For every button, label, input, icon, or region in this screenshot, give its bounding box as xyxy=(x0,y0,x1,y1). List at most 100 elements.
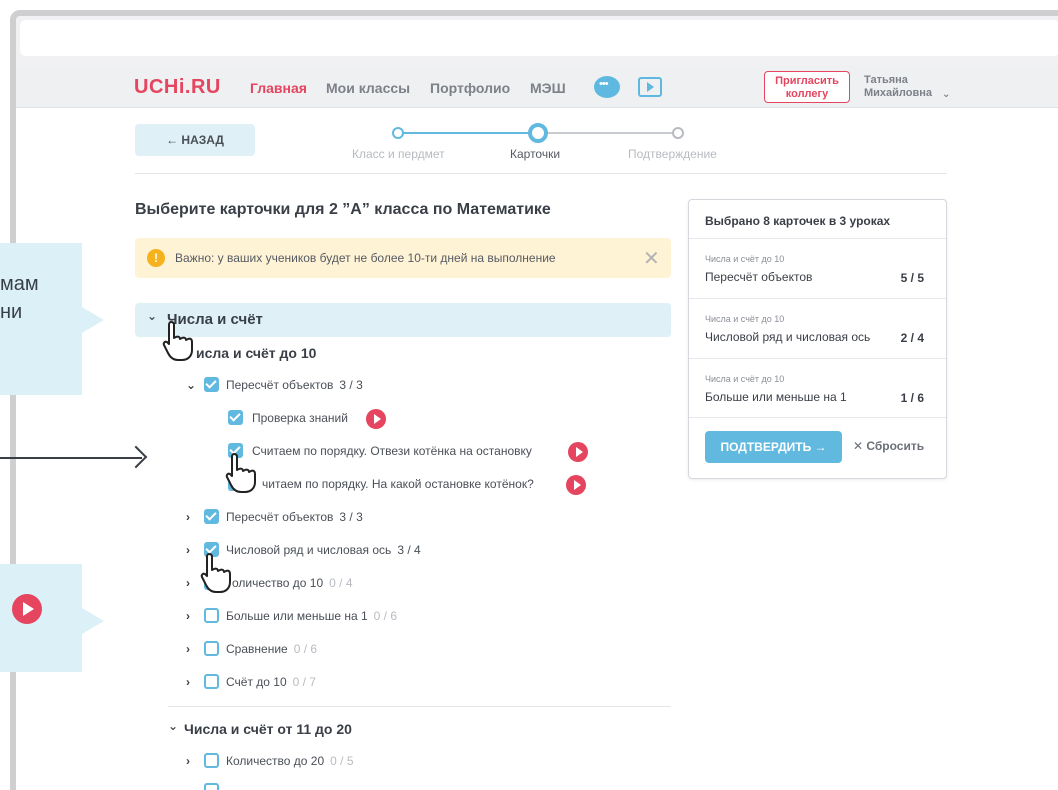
confirm-button[interactable]: ПОДТВЕРДИТЬ → xyxy=(705,431,842,463)
checkbox[interactable] xyxy=(204,674,219,689)
checkbox[interactable] xyxy=(204,753,219,768)
chevron-down-icon[interactable]: ⌄ xyxy=(147,309,157,323)
row-count: 0 / 6 xyxy=(373,609,398,623)
list-item[interactable]: › оличество до 10 0 / 4 xyxy=(186,574,566,594)
list-item[interactable]: › Сравнение 0 / 6 xyxy=(186,640,566,660)
row-title: читаем по порядку. На какой остановке ко… xyxy=(262,477,534,491)
step-dot-3[interactable] xyxy=(672,127,684,139)
logo[interactable]: UCHi.RU xyxy=(134,76,221,99)
hand-cursor-icon xyxy=(200,553,231,593)
row-label: Пересчёт объектов 3 / 3 xyxy=(226,378,363,392)
header-divider xyxy=(135,173,947,174)
tooltip-arrow-top xyxy=(82,307,104,333)
row-title: Пересчёт объектов xyxy=(226,378,334,392)
summary-item: Числа и счёт до 10 Больше или меньше на … xyxy=(689,358,946,418)
invite-colleague-button[interactable]: Пригласить коллегу xyxy=(764,71,850,103)
section-header[interactable]: ⌄ Числа и счёт xyxy=(135,303,671,337)
row-label: Сравнение 0 / 6 xyxy=(226,642,317,656)
section-divider xyxy=(168,706,671,707)
summary-item: Числа и счёт до 10 Пересчёт объектов 5 /… xyxy=(689,238,946,298)
list-item[interactable]: Проверка знаний xyxy=(228,409,428,429)
step-dot-1[interactable] xyxy=(392,127,404,139)
summary-item-name: Больше или меньше на 1 xyxy=(705,390,847,404)
nav-link-my-classes[interactable]: Мои классы xyxy=(326,80,410,96)
row-title: Пересчёт объектов xyxy=(226,510,334,524)
nav-link-home[interactable]: Главная xyxy=(250,80,307,96)
chevron-right-icon[interactable]: › xyxy=(186,609,190,623)
chevron-right-icon[interactable]: › xyxy=(186,642,190,656)
back-button[interactable]: ← НАЗАД xyxy=(135,124,255,156)
selection-summary-card: Выбрано 8 карточек в 3 уроках Числа и сч… xyxy=(688,199,947,479)
chevron-right-icon[interactable]: › xyxy=(186,543,190,557)
chevron-right-icon[interactable]: › xyxy=(186,675,190,689)
stepper-line-todo xyxy=(538,132,678,134)
chevron-down-icon[interactable]: ⌄ xyxy=(186,378,196,392)
checkbox[interactable] xyxy=(204,377,219,392)
row-title: Счёт до 10 xyxy=(226,675,287,689)
step-dot-2[interactable] xyxy=(528,123,548,143)
list-item[interactable]: Считаем по порядку. Отвези котёнка на ос… xyxy=(228,442,608,462)
chevron-down-icon[interactable]: ⌄ xyxy=(168,719,178,733)
tooltip-bubble-bottom xyxy=(0,564,82,672)
row-count: 0 / 7 xyxy=(292,675,317,689)
user-last-name: Михайловна xyxy=(864,87,933,99)
top-nav: UCHi.RU Главная Мои классы Портфолио МЭШ… xyxy=(16,66,1058,108)
summary-item-category: Числа и счёт до 10 xyxy=(705,254,785,264)
row-count: 0 / 6 xyxy=(293,642,318,656)
checkbox[interactable] xyxy=(228,410,243,425)
chevron-right-icon[interactable]: › xyxy=(186,510,190,524)
checkbox[interactable] xyxy=(204,509,219,524)
subsection-title[interactable]: исла и счёт до 10 xyxy=(196,345,316,361)
checkbox[interactable] xyxy=(204,641,219,656)
user-first-name: Татьяна xyxy=(864,74,908,86)
step-label-confirm: Подтверждение xyxy=(628,147,717,161)
chevron-right-icon[interactable]: › xyxy=(186,576,190,590)
nav-link-portfolio[interactable]: Портфолио xyxy=(430,80,510,96)
reset-button[interactable]: ✕ Сбросить xyxy=(853,439,924,453)
row-count: 3 / 4 xyxy=(397,543,421,557)
checkbox[interactable] xyxy=(204,783,219,790)
user-menu[interactable]: Татьяна Михайловна ⌄ xyxy=(864,74,950,100)
subsection-title[interactable]: Числа и счёт от 11 до 20 xyxy=(184,721,352,737)
row-title: Числовой ряд и числовая ось xyxy=(226,543,392,557)
warning-text: Важно: у ваших учеников будет не более 1… xyxy=(175,251,556,265)
summary-item-category: Числа и счёт до 10 xyxy=(705,314,785,324)
chevron-right-icon[interactable]: › xyxy=(186,754,190,768)
summary-item: Числа и счёт до 10 Числовой ряд и числов… xyxy=(689,298,946,358)
play-icon[interactable] xyxy=(566,475,586,495)
row-title: Количество до 20 xyxy=(226,754,325,768)
row-title: Больше или меньше на 1 xyxy=(226,609,368,623)
row-label: Счёт до 10 0 / 7 xyxy=(226,675,316,689)
hand-cursor-icon xyxy=(225,453,256,493)
checkbox[interactable] xyxy=(204,608,219,623)
row-count: 3 / 3 xyxy=(339,378,363,392)
row-count: 0 / 4 xyxy=(329,576,353,590)
row-title: Сравнение xyxy=(226,642,288,656)
video-icon[interactable] xyxy=(638,77,662,97)
chat-icon[interactable] xyxy=(594,76,620,98)
row-label: оличество до 10 0 / 4 xyxy=(232,576,353,590)
summary-item-count: 2 / 4 xyxy=(900,331,924,345)
list-item[interactable]: › Числовой ряд и числовая ось 3 / 4 xyxy=(186,541,566,561)
list-item[interactable]: › Количество до 20 0 / 5 xyxy=(186,752,566,772)
summary-item-count: 5 / 5 xyxy=(900,271,924,285)
list-item[interactable]: › Пересчёт объектов 3 / 3 xyxy=(186,508,566,528)
row-title: Проверка знаний xyxy=(252,411,348,425)
page-title: Выберите карточки для 2 ”А” класса по Ма… xyxy=(135,201,551,218)
address-bar[interactable] xyxy=(20,20,1058,56)
stepper-line-done xyxy=(398,132,538,134)
list-item[interactable]: ⌄ Пересчёт объектов 3 / 3 xyxy=(186,376,566,396)
summary-item-count: 1 / 6 xyxy=(900,391,924,405)
nav-link-mesh[interactable]: МЭШ xyxy=(530,80,566,96)
close-icon[interactable]: ✕ xyxy=(643,246,660,271)
tooltip-text-line-1: мам xyxy=(0,273,39,295)
row-label: Больше или меньше на 1 0 / 6 xyxy=(226,609,397,623)
play-icon[interactable] xyxy=(568,442,588,462)
row-count: 0 / 5 xyxy=(330,754,354,768)
play-icon[interactable] xyxy=(366,409,386,429)
list-item[interactable]: читаем по порядку. На какой остановке ко… xyxy=(228,475,608,495)
step-label-class: Класс и пердмет xyxy=(352,147,445,161)
summary-title: Выбрано 8 карточек в 3 уроках xyxy=(705,214,891,228)
list-item[interactable]: › Счёт до 10 0 / 7 xyxy=(186,673,566,693)
list-item[interactable]: › Больше или меньше на 1 0 / 6 xyxy=(186,607,566,627)
